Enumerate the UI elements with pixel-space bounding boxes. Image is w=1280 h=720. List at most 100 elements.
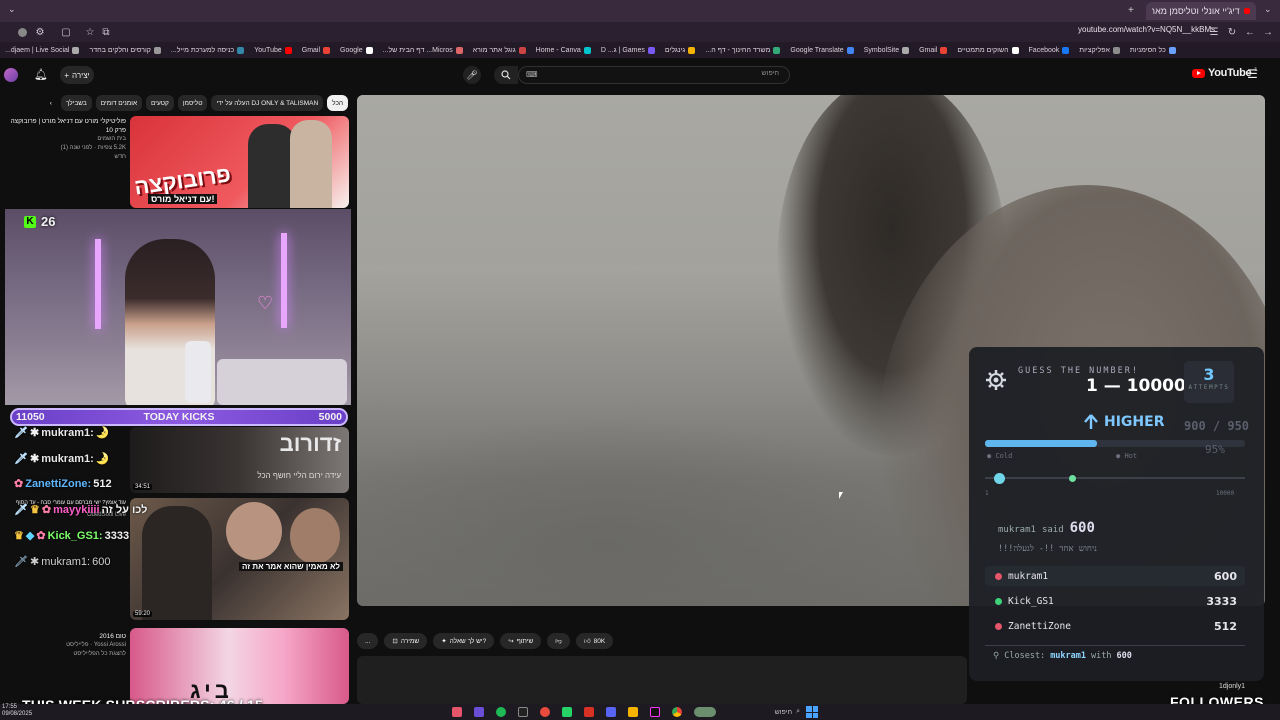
bookmark-item[interactable]: Gmail — [914, 46, 952, 54]
thumb-person — [290, 120, 332, 208]
video-duration: 59:20 — [133, 611, 153, 617]
bookmark-item[interactable]: השוקים מתמטיים — [952, 46, 1023, 54]
chrome-icon[interactable] — [672, 707, 682, 717]
bookmark-item[interactable]: Google Translate — [785, 46, 858, 54]
save-button[interactable]: ⊡ שמירה — [384, 633, 428, 649]
video-channel[interactable]: בית השמים — [6, 135, 126, 144]
cold-label: ● Cold — [987, 452, 1013, 460]
sidebar-video-thumbnail[interactable]: ביג — [130, 628, 349, 704]
thumbs-up-icon: 👍︎ — [583, 638, 591, 645]
chips-prev-icon[interactable]: ‹ — [45, 95, 57, 111]
site-settings-icon[interactable]: ☰ — [1206, 24, 1222, 40]
taskbar-app-icon[interactable] — [474, 707, 484, 717]
search-input[interactable]: חיפוש — [518, 66, 790, 84]
taskbar-widget-icon[interactable] — [694, 707, 716, 717]
collections-icon[interactable]: ▢ — [58, 24, 74, 40]
chip-similar-artists[interactable]: אומנים דומים — [95, 95, 143, 111]
video-channel[interactable]: Yossi Arossi · פלייליסט — [6, 641, 126, 650]
streamer-webcam: ♡ — [5, 209, 351, 405]
video-stats[interactable]: להצגת כל הפלייליסט — [6, 650, 126, 659]
create-button[interactable]: + יצירה — [60, 66, 94, 84]
bookmark-item[interactable]: Micros... דף הבית של... — [378, 46, 468, 54]
video-title[interactable]: פוליטיקלי מורט עם דניאל מורט | פרובוקצה … — [6, 117, 126, 135]
bookmark-item[interactable]: SymbolSite — [859, 46, 914, 54]
chip-talisman[interactable]: טליסמן — [177, 95, 208, 111]
tab-search-icon[interactable]: ⌄ — [8, 4, 16, 15]
chip-clips[interactable]: קטעים — [146, 95, 174, 111]
sidebar-video-thumbnail[interactable]: זדורוב עידה ירום הליי חושף הכל 34:51 — [130, 427, 349, 493]
bookmark-item[interactable]: משרד החינוך - דף ה... — [700, 46, 785, 54]
discord-icon[interactable] — [606, 707, 616, 717]
last-guess: mukram1 said 600 — [998, 520, 1095, 536]
window-minimize-icon[interactable]: ⌄ — [1264, 4, 1272, 15]
chip-for-you[interactable]: בשבילך — [60, 95, 92, 111]
taskbar-app-icon[interactable] — [518, 707, 528, 717]
taskbar-app-icon[interactable] — [584, 707, 594, 717]
bookmark-item[interactable]: גינגלים — [660, 46, 700, 54]
more-actions-button[interactable]: ... — [357, 633, 379, 649]
closest-guess: ⚲ Closest: mukram1 with 600 — [985, 645, 1245, 665]
avatar[interactable] — [4, 68, 18, 82]
like-button[interactable]: 👍︎ 80K — [575, 633, 614, 649]
bookmark-item[interactable]: djaem | Live Social... — [0, 46, 84, 54]
bookmark-item[interactable]: אפליקציות — [1074, 46, 1125, 54]
bookmark-item[interactable]: Google — [335, 46, 378, 54]
new-tab-icon[interactable]: + — [1128, 5, 1134, 16]
profile-icon[interactable] — [14, 24, 30, 40]
player-dot-icon — [995, 622, 1002, 630]
crown-badge-icon: ♛ — [14, 530, 24, 542]
mouse-cursor — [839, 492, 843, 499]
bookmark-item[interactable]: Home - Canva — [531, 46, 596, 54]
voice-search-icon[interactable]: 🎤︎ — [463, 66, 481, 84]
spotify-icon[interactable] — [496, 707, 506, 717]
share-button[interactable]: ↪ שיתוף — [500, 633, 542, 649]
reload-icon[interactable]: ↻ — [1224, 24, 1240, 40]
ask-button[interactable]: ✦ יש לך שאלה? — [433, 633, 495, 649]
favorite-star-icon[interactable]: ☆ — [82, 24, 98, 40]
guess-note: ניחוש אחד !!- לגעלה!!! — [998, 544, 1097, 554]
forward-icon[interactable]: ← — [1242, 24, 1258, 40]
menu-hamburger-icon[interactable]: ☰ — [1247, 67, 1258, 81]
bookmark-item[interactable]: Games | ג... D — [596, 46, 660, 54]
windows-start-icon[interactable] — [806, 706, 818, 718]
slider-max: 10000 — [1216, 490, 1235, 497]
notifications-bell-icon[interactable]: 🔔︎ — [34, 68, 48, 81]
keyboard-icon[interactable]: ⌨ — [526, 70, 538, 79]
dislike-button[interactable]: 👎︎ — [547, 633, 570, 649]
chip-uploaded-by[interactable]: העלה על ידי DJ ONLY & TALISMAN — [211, 95, 324, 111]
extensions-icon[interactable]: ⚙ — [32, 24, 48, 40]
back-icon[interactable]: → — [1260, 24, 1276, 40]
search-icon — [501, 70, 511, 80]
bookmark-item[interactable]: קורסים וחלקים בחדר — [84, 46, 165, 54]
taskbar-search[interactable]: חיפוש ⌕ — [738, 706, 800, 718]
browser-titlebar: דיג'יי אונלי וטליסמן מארחים... + ⌄ ⌄ — [0, 0, 1280, 22]
taskbar-app-icon[interactable] — [540, 707, 550, 717]
tiktok-icon[interactable] — [650, 707, 660, 717]
search-button[interactable] — [494, 66, 518, 84]
chip-all[interactable]: הכל — [327, 95, 348, 111]
screenshot-icon[interactable]: ⧉ — [98, 24, 114, 40]
bookmark-item[interactable]: כניסה למערכת מייל... — [166, 46, 249, 54]
bookmark-item[interactable]: כל הסימניות — [1125, 46, 1181, 54]
gear-badge-icon: ✱ — [29, 453, 40, 465]
whatsapp-icon[interactable] — [562, 707, 572, 717]
video-title[interactable]: טום 2016 — [6, 632, 126, 641]
address-url[interactable]: youtube.com/watch?v=NQ5N__kkBMs — [1078, 25, 1215, 34]
flower-badge-icon: ✿ — [14, 478, 24, 490]
bookmark-item[interactable]: YouTube — [249, 46, 297, 54]
bookmark-item[interactable]: גוגל אתר מורא — [468, 46, 531, 54]
sidebar-video-thumbnail[interactable]: לא מאמין שהוא אמר את זה 59:20 — [130, 498, 349, 620]
bookmark-item[interactable]: Gmail — [297, 46, 335, 54]
player-dot-icon — [995, 597, 1002, 605]
attempts-count: 3 — [1203, 365, 1215, 384]
cam-wall-light — [281, 233, 287, 328]
taskbar-app-icon[interactable] — [452, 707, 462, 717]
description-box[interactable] — [357, 656, 967, 704]
progress-text: 900 / 950 — [1184, 419, 1250, 433]
taskbar-clock[interactable]: 17:55 09/08/2025 — [2, 704, 32, 718]
thumb-title-text: לא מאמין שהוא אמר את זה — [238, 562, 343, 571]
file-explorer-icon[interactable] — [628, 707, 638, 717]
bookmark-item[interactable]: Facebook — [1024, 46, 1075, 54]
browser-tab-active[interactable]: דיג'יי אונלי וטליסמן מארחים... — [1146, 2, 1256, 20]
sidebar-video-thumbnail[interactable]: פרובוקצה עם דניאל מורס! — [130, 116, 349, 208]
